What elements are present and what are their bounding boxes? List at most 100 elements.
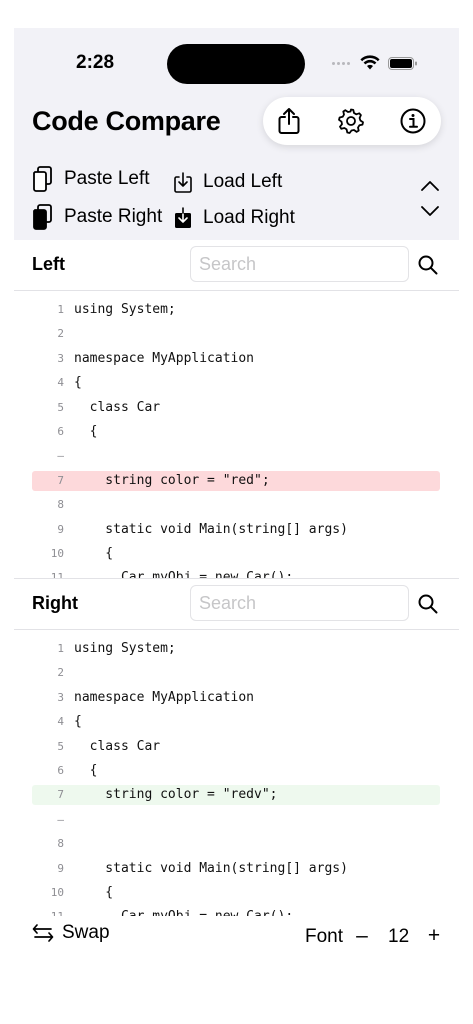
line-number: 6 [57,764,64,777]
gear-icon [338,108,364,134]
chevron-up-icon [421,181,439,191]
line-text: Car myObj = new Car(); [74,907,293,916]
chevron-down-icon [421,206,439,216]
battery-icon [388,57,417,70]
line-number: 1 [57,303,64,316]
code-line: 2 [32,663,440,683]
line-text: string color = "red"; [74,472,270,488]
info-icon [400,108,426,134]
info-button[interactable] [398,106,428,136]
paste-icon [33,166,52,192]
left-pane-header: Left [14,240,459,291]
placeholder-line: – [32,810,440,830]
code-line: 1 using System; [32,639,440,659]
wifi-icon [360,55,380,70]
code-line: 5 class Car [32,737,440,757]
right-pane-title: Right [32,593,78,613]
app-screen: 2:28 Code Compare Paste Left Load Left P… [14,28,459,958]
load-left-label: Load Left [203,171,283,192]
bottom-bar: Swap Font – 12 + [14,916,459,956]
code-line: 4{ [32,712,440,732]
right-pane-header: Right [14,578,459,630]
decrease-font-button[interactable]: – [355,924,369,948]
line-number: 2 [57,666,64,680]
increase-font-button[interactable]: + [427,924,441,948]
settings-button[interactable] [336,106,366,136]
code-line: 8 [32,834,440,854]
line-number: 5 [57,400,64,414]
line-text: using System; [74,641,176,656]
line-text: namespace MyApplication [74,350,255,366]
load-right-button[interactable]: Load Right [173,204,295,232]
font-size-value: 12 [388,926,410,947]
font-label: Font [305,926,344,947]
left-pane-title: Left [32,254,65,274]
header-area: 2:28 Code Compare Paste Left Load Left P… [14,28,459,240]
paste-right-label: Paste Right [64,206,163,227]
line-number: 2 [57,327,64,341]
search-icon[interactable] [418,594,438,614]
line-number: 4 [57,376,64,390]
right-search-input[interactable] [190,585,409,621]
line-text: { [74,714,82,730]
next-diff-button[interactable] [420,203,440,219]
code-line: 10 { [32,544,440,564]
load-left-button[interactable]: Load Left [173,168,282,196]
code-line: 10 { [32,883,440,903]
line-text: { [74,763,98,778]
paste-left-label: Paste Left [64,168,150,189]
action-group [263,97,441,145]
code-line: 11 Car myObj = new Car(); [32,568,440,578]
code-line: 4{ [32,373,440,393]
line-number: 3 [57,690,64,704]
share-icon [278,108,300,134]
code-line: 7 string color = "red"; [32,470,440,491]
swap-button[interactable]: Swap [32,922,110,944]
line-text: { [74,424,98,439]
code-line: 11 Car myObj = new Car(); [32,907,440,916]
code-line: 5 class Car [32,398,440,418]
line-text: { [74,375,82,391]
code-line: 2 [32,324,440,344]
line-number: 11 [32,907,64,916]
line-text: static void Main(string[] args) [74,860,348,876]
paste-right-button[interactable]: Paste Right [32,203,162,231]
download-icon [174,172,192,193]
dynamic-island [167,44,305,84]
code-line: 3 namespace MyApplication [32,349,440,369]
line-text: class Car [74,399,161,415]
swap-label: Swap [62,922,110,943]
code-line: 1 using System; [32,300,440,320]
paste-left-button[interactable]: Paste Left [32,165,150,193]
code-line: 6 { [32,761,440,781]
left-code-view[interactable]: 1 using System; 2 3 namespace MyApplication 4… [14,291,459,578]
line-text: { [74,546,114,561]
code-line: 3 namespace MyApplication [32,688,440,708]
cellular-signal-icon [332,62,350,65]
left-search-input[interactable] [190,246,409,282]
code-line: 7 string color = "redv"; [32,785,440,806]
line-number: 8 [57,837,64,851]
previous-diff-button[interactable] [420,178,440,194]
line-number: – [57,449,64,463]
line-number: 4 [57,715,64,729]
search-icon[interactable] [418,255,438,275]
line-number: 11 [50,571,64,578]
code-line: 9 static void Main(string[] args) [32,520,440,540]
line-number: 5 [57,739,64,753]
line-text: class Car [74,738,161,754]
placeholder-line: – [32,446,440,466]
code-line: 9 static void Main(string[] args) [32,859,440,879]
line-number: 9 [57,861,64,875]
download-filled-icon [175,207,191,228]
line-number: 7 [57,473,64,487]
line-number: 7 [57,788,64,802]
app-title: Code Compare [32,106,221,136]
line-text: Car myObj = new Car(); [74,570,294,578]
line-text: { [74,885,114,900]
line-number: 3 [57,351,64,365]
line-number: 1 [57,642,64,655]
code-line: 6 { [32,422,440,442]
right-code-view[interactable]: 1 using System; 2 3 namespace MyApplication 4… [14,630,459,916]
share-button[interactable] [274,106,304,136]
